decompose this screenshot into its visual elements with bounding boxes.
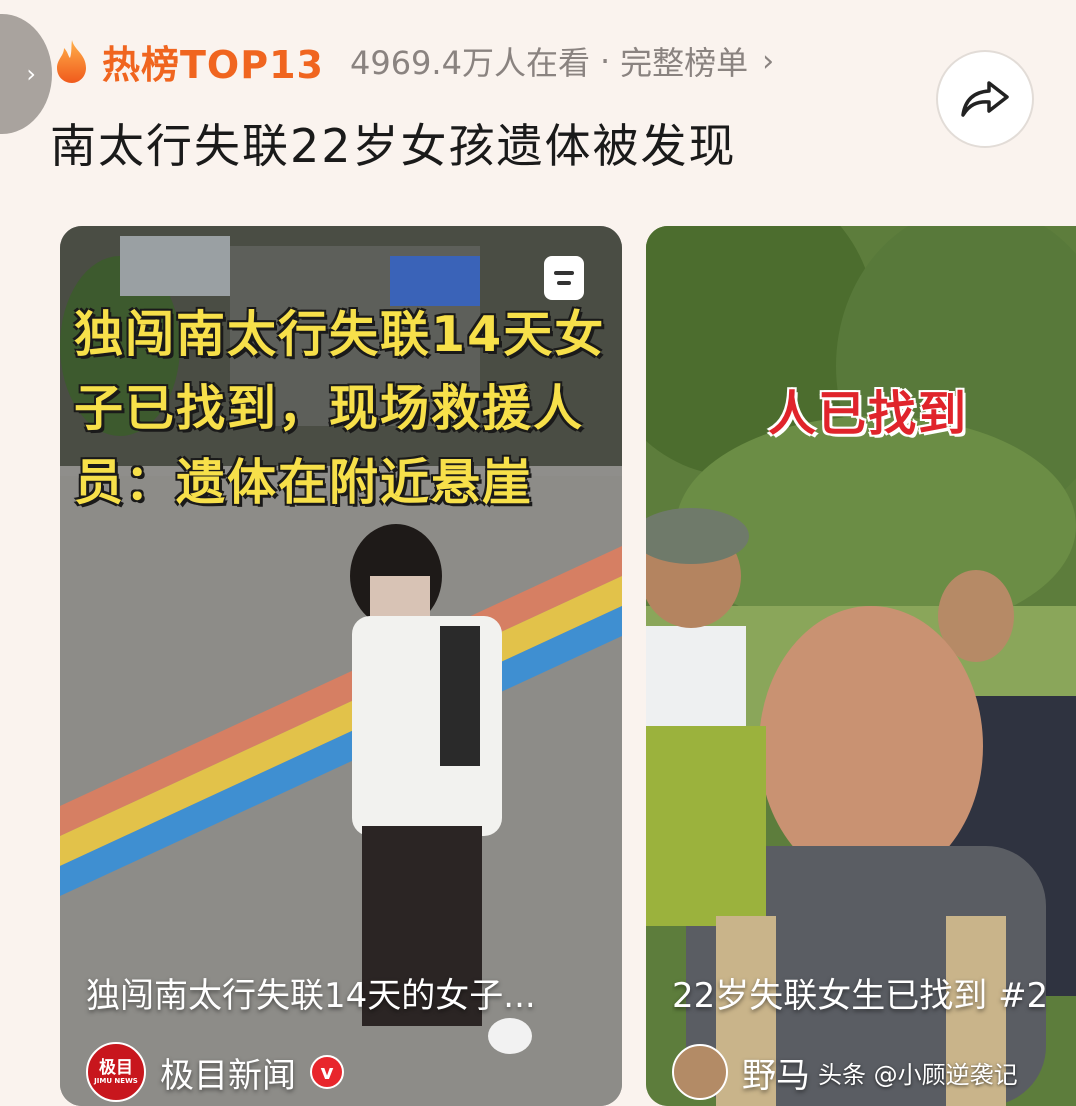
video-title: 独闯南太行失联14天的女子... [86, 976, 536, 1016]
video-title: 22岁失联女生已找到 #2 [672, 976, 1049, 1016]
source-row[interactable]: 野马 头条 @小顾逆袭记 [672, 1044, 1018, 1100]
thumbnail-caption: 独闯南太行失联14天女 子已找到，现场救援人 员：遗体在附近悬崖 [74, 306, 606, 511]
bookmark-icon[interactable] [544, 256, 584, 300]
viewer-count: 4969.4万人在看 [349, 44, 590, 82]
video-card-1[interactable]: 独闯南太行失联14天女 子已找到，现场救援人 员：遗体在附近悬崖 独闯南太行失联… [60, 226, 622, 1106]
topic-headline: 南太行失联22岁女孩遗体被发现 [50, 119, 737, 173]
verified-v-icon: v [310, 1055, 344, 1089]
share-arrow-icon [961, 81, 1009, 117]
share-button[interactable] [936, 50, 1034, 148]
source-name: 极目新闻 [160, 1055, 296, 1096]
hot-list-bar[interactable]: 热榜TOP13 4969.4万人在看 · 完整榜单 › [52, 36, 775, 87]
source-row[interactable]: 极目 JIMU NEWS 极目新闻 v [86, 1042, 344, 1102]
side-panel-tab[interactable]: › [0, 14, 52, 134]
avatar [672, 1044, 728, 1100]
hot-rank-label: 热榜TOP13 [102, 42, 324, 87]
chevron-right-icon: › [762, 43, 775, 79]
thumbnail-caption: 人已找到 [768, 386, 969, 442]
full-list-link[interactable]: 完整榜单 [620, 38, 748, 84]
flame-icon [57, 40, 86, 83]
source-logo: 极目 JIMU NEWS [86, 1042, 146, 1102]
chevron-right-icon: › [26, 60, 36, 88]
separator-dot: · [599, 42, 611, 80]
source-name: 野马 [742, 1055, 810, 1096]
video-card-2[interactable]: 人已找到 22岁失联女生已找到 #2 野马 头条 @小顾逆袭记 [646, 226, 1076, 1106]
watermark-text: 头条 @小顾逆袭记 [818, 1060, 1018, 1089]
